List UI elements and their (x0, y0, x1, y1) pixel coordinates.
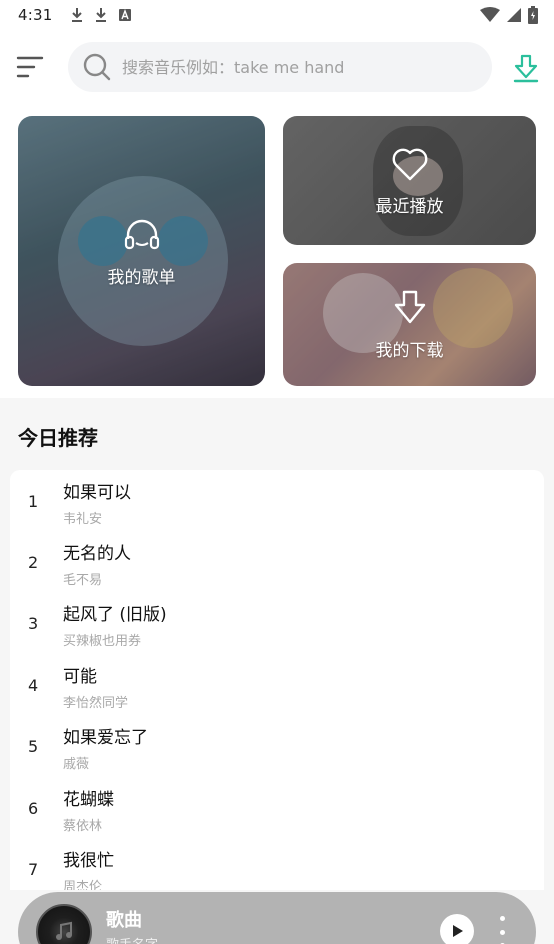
play-icon (453, 925, 463, 937)
status-system-icons (480, 6, 538, 24)
song-artist: 戚薇 (63, 757, 90, 772)
status-notifications (70, 7, 132, 23)
song-index: 6 (28, 799, 39, 818)
list-item[interactable]: 2 无名的人 毛不易 (10, 531, 544, 592)
recent-played-label: 最近播放 (375, 197, 444, 217)
download-notification-icon (96, 8, 107, 22)
song-artist: 韦礼安 (63, 512, 103, 527)
card-content: 我的下载 (283, 263, 536, 386)
recent-played-card[interactable]: 最近播放 (283, 116, 536, 245)
headphones-icon (124, 219, 159, 249)
my-playlist-label: 我的歌单 (107, 267, 176, 288)
song-list: 1 如果可以 韦礼安 2 无名的人 毛不易 3 起风了 (旧版) 买辣椒也用券 … (10, 470, 544, 890)
song-artist: 毛不易 (63, 573, 103, 588)
heart-icon (392, 148, 427, 181)
song-title: 如果可以 (63, 483, 131, 503)
song-title: 我很忙 (63, 851, 114, 871)
song-index: 5 (28, 737, 39, 756)
status-time: 4:31 (18, 6, 53, 24)
song-title: 起风了 (旧版) (63, 605, 167, 625)
play-button[interactable] (440, 914, 474, 944)
song-title: 无名的人 (63, 544, 131, 564)
list-item[interactable]: 1 如果可以 韦礼安 (10, 470, 544, 531)
signal-icon (507, 8, 521, 22)
song-title: 可能 (63, 667, 97, 687)
header (0, 42, 554, 92)
song-index: 1 (28, 492, 39, 511)
app-notification-icon (119, 9, 132, 21)
battery-icon (528, 6, 538, 24)
list-item[interactable]: 3 起风了 (旧版) 买辣椒也用券 (10, 592, 544, 653)
search-box[interactable] (68, 42, 492, 92)
more-dot (499, 916, 505, 921)
more-options-button[interactable] (496, 916, 508, 944)
list-item[interactable]: 7 我很忙 周杰伦 (10, 838, 544, 890)
card-content: 我的歌单 (18, 116, 265, 386)
section-title: 今日推荐 (18, 426, 98, 450)
song-index: 4 (28, 676, 39, 695)
download-arrow-icon[interactable] (510, 52, 542, 84)
my-download-label: 我的下载 (375, 341, 444, 361)
player-artist: 歌手名字 (106, 934, 158, 944)
my-playlist-card[interactable]: 我的歌单 (18, 116, 265, 386)
song-title: 花蝴蝶 (63, 790, 114, 810)
card-content: 最近播放 (283, 116, 536, 245)
song-artist: 蔡依林 (63, 819, 103, 834)
download-notification-icon (72, 8, 83, 22)
list-item[interactable]: 5 如果爱忘了 戚薇 (10, 715, 544, 776)
list-item[interactable]: 6 花蝴蝶 蔡依林 (10, 777, 544, 838)
song-artist: 李怡然同学 (63, 696, 129, 711)
song-index: 2 (28, 553, 39, 572)
search-input[interactable] (122, 57, 462, 77)
music-note-icon (56, 921, 72, 940)
menu-lines-icon[interactable] (16, 54, 44, 80)
song-index: 3 (28, 614, 39, 633)
player-song-title: 歌曲 (106, 910, 142, 931)
download-arrow-icon (394, 290, 425, 324)
song-artist: 买辣椒也用券 (63, 634, 142, 649)
wifi-icon (480, 7, 500, 22)
list-item[interactable]: 4 可能 李怡然同学 (10, 654, 544, 715)
album-disc (36, 904, 92, 944)
status-bar: 4:31 (0, 0, 554, 30)
song-artist: 周杰伦 (63, 880, 103, 890)
mini-player[interactable]: 歌曲 歌手名字 (18, 892, 536, 944)
my-download-card[interactable]: 我的下载 (283, 263, 536, 386)
song-title: 如果爱忘了 (63, 728, 148, 748)
search-icon (83, 53, 111, 81)
recommend-section: 今日推荐 1 如果可以 韦礼安 2 无名的人 毛不易 3 起风了 (旧版) 买辣… (0, 398, 554, 944)
song-index: 7 (28, 860, 39, 879)
more-dot (499, 929, 505, 935)
